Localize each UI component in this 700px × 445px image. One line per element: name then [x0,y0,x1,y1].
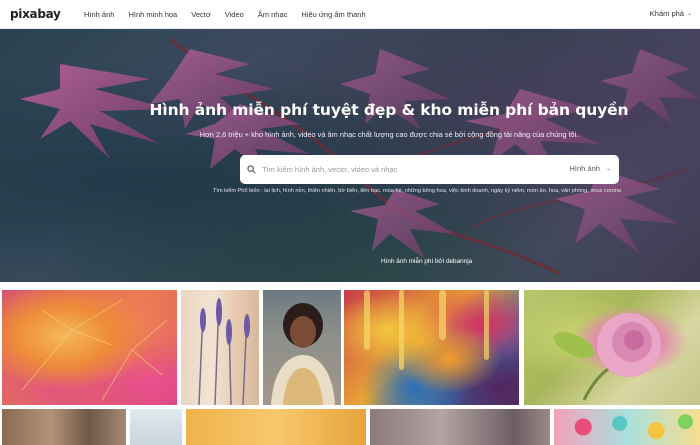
hero-banner: Hình ảnh miễn phí tuyệt đẹp & kho miễn p… [0,29,700,282]
top-navbar: pixabay Hình ảnh Hình minh họa Vectơ Vid… [0,0,700,29]
hero-image-credit[interactable]: Hình ảnh miễn phí bởi debannja [381,258,472,265]
leaf-veins [21,299,168,401]
hero-subtitle: Hơn 2,6 triệu + kho hình ảnh, video và â… [199,130,579,139]
lavender-stems [198,298,250,405]
hero-title: Hình ảnh miễn phí tuyệt đẹp & kho miễn p… [149,101,629,119]
nav-item-videos[interactable]: Video [225,10,244,19]
gallery-image-clouds[interactable] [370,409,550,445]
gallery-image-sky[interactable] [130,409,182,445]
gallery-image-lavender[interactable] [181,290,259,405]
chevron-down-icon: ⌄ [605,166,611,172]
rose-shape [553,313,661,401]
explore-menu[interactable]: Khám phá ⌄ [650,9,692,18]
nav-item-vectors[interactable]: Vectơ [191,10,211,19]
search-bar[interactable]: Hình ảnh ⌄ [240,155,619,184]
nav-item-illustrations[interactable]: Hình minh họa [128,10,177,19]
paint-drips [364,290,489,370]
nav-item-sound-effects[interactable]: Hiệu ứng âm thanh [301,10,365,19]
gallery-image-sunset[interactable] [186,409,366,445]
gallery-image-pink-rose[interactable] [524,290,700,405]
search-input[interactable] [262,165,562,174]
gallery-image-candy[interactable] [554,409,700,445]
search-icon[interactable] [240,165,262,174]
popular-searches[interactable]: Tìm kiếm Phổ biến : lai lịch, hình nền, … [213,188,621,194]
explore-label: Khám phá [649,9,684,18]
gallery-image-building[interactable] [2,409,126,445]
nav-item-music[interactable]: Âm nhạc [258,10,288,19]
portrait-shape [271,303,335,405]
main-nav: Hình ảnh Hình minh họa Vectơ Video Âm nh… [72,10,380,19]
pixabay-logo[interactable]: pixabay [10,7,72,21]
gallery-image-abstract-paint[interactable] [344,290,519,405]
media-type-label: Hình ảnh [569,164,600,173]
chevron-down-icon: ⌄ [686,11,692,17]
gallery-image-portrait-woman[interactable] [263,290,341,405]
media-type-select[interactable]: Hình ảnh ⌄ [570,164,611,173]
nav-item-images[interactable]: Hình ảnh [84,10,114,19]
gallery-image-autumn-leaves[interactable] [2,290,177,405]
